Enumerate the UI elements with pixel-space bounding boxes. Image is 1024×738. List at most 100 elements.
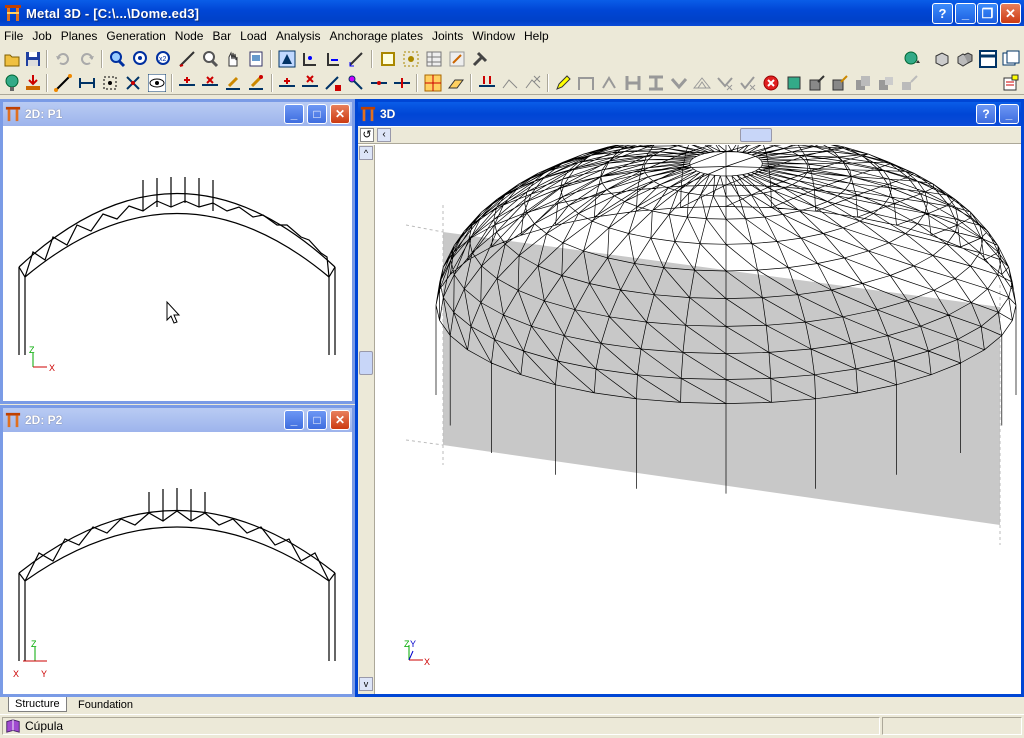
help-button[interactable]: ? xyxy=(932,3,953,24)
block-icon[interactable] xyxy=(933,50,951,68)
p1-maximize-button[interactable]: □ xyxy=(307,104,327,124)
bar-coords-icon[interactable] xyxy=(324,50,342,68)
menu-joints[interactable]: Joints xyxy=(428,29,468,43)
scroll-up-button[interactable]: ^ xyxy=(359,146,373,160)
measure-icon[interactable] xyxy=(178,50,196,68)
close-button[interactable]: ✕ xyxy=(1000,3,1021,24)
insert-node-icon[interactable] xyxy=(178,74,196,92)
table-icon[interactable] xyxy=(425,50,443,68)
edit-bar-icon[interactable] xyxy=(247,74,265,92)
window-3d[interactable]: 3D ? _ ↺ ‹ ^ v Z Y X xyxy=(355,99,1024,697)
menu-file[interactable]: File xyxy=(0,29,28,43)
scroll-left-button[interactable]: ‹ xyxy=(377,128,391,142)
p1-close-button[interactable]: ✕ xyxy=(330,104,350,124)
open-icon[interactable] xyxy=(3,50,21,68)
load-bar-icon[interactable] xyxy=(501,74,519,92)
p2-minimize-button[interactable]: _ xyxy=(284,410,304,430)
3d-minimize-button[interactable]: _ xyxy=(999,104,1019,124)
globe-icon[interactable] xyxy=(3,74,21,92)
profile-i-icon[interactable] xyxy=(647,74,665,92)
p2-maximize-button[interactable]: □ xyxy=(307,410,327,430)
stop-icon[interactable] xyxy=(762,74,780,92)
3d-vertical-scroll-thumb[interactable] xyxy=(359,351,373,375)
3d-vertical-scrollbar[interactable]: ^ v xyxy=(358,145,375,694)
restore-button[interactable]: ❐ xyxy=(977,3,998,24)
menu-job[interactable]: Job xyxy=(28,29,56,43)
remove-bar-icon[interactable] xyxy=(301,74,319,92)
window-2d-p1-titlebar[interactable]: 2D: P1 _ □ ✕ xyxy=(3,102,352,126)
p2-canvas[interactable]: Z X Y xyxy=(3,433,352,694)
p1-canvas[interactable]: Z X xyxy=(3,127,352,401)
3d-help-button[interactable]: ? xyxy=(976,104,996,124)
zoom-factor-icon[interactable]: x2 xyxy=(155,50,173,68)
plate-edit-icon[interactable] xyxy=(808,74,826,92)
rotate-view-icon[interactable]: ↺ xyxy=(360,128,374,142)
window-2d-p2[interactable]: 2D: P2 _ □ ✕ Z X Y xyxy=(0,405,355,697)
bar-split-icon[interactable] xyxy=(370,74,388,92)
delete-nodes-icon[interactable] xyxy=(124,74,142,92)
menu-window[interactable]: Window xyxy=(468,29,520,43)
tab-structure[interactable]: Structure xyxy=(8,697,67,712)
window-3d-titlebar[interactable]: 3D ? _ xyxy=(358,102,1021,126)
view-eye-icon[interactable] xyxy=(148,74,166,92)
joint-icon[interactable] xyxy=(600,74,618,92)
load-delete-icon[interactable] xyxy=(524,74,542,92)
report-icon[interactable] xyxy=(1002,74,1020,92)
bar-length-icon[interactable] xyxy=(78,74,96,92)
zoom-window-icon[interactable] xyxy=(108,50,126,68)
menu-generation[interactable]: Generation xyxy=(102,29,170,43)
p2-close-button[interactable]: ✕ xyxy=(330,410,350,430)
menu-help[interactable]: Help xyxy=(520,29,554,43)
highlight-icon[interactable] xyxy=(448,50,466,68)
dimension-icon[interactable] xyxy=(347,50,365,68)
window-2d-p2-titlebar[interactable]: 2D: P2 _ □ ✕ xyxy=(3,408,352,432)
scroll-down-button[interactable]: v xyxy=(359,677,373,691)
load-node-icon[interactable] xyxy=(478,74,496,92)
plate-delete-icon[interactable] xyxy=(900,74,918,92)
minimize-button[interactable]: _ xyxy=(955,3,976,24)
new-bar-icon[interactable] xyxy=(54,74,72,92)
section-describe-icon[interactable] xyxy=(447,74,465,92)
plate-icon[interactable] xyxy=(785,74,803,92)
plate-join-icon[interactable] xyxy=(877,74,895,92)
redo-icon[interactable] xyxy=(78,50,96,68)
menu-node[interactable]: Node xyxy=(171,29,209,43)
window-2d-p1[interactable]: 2D: P1 _ □ ✕ Z X xyxy=(0,99,355,404)
pencil-icon[interactable] xyxy=(554,74,572,92)
bar-edit-icon[interactable] xyxy=(324,74,342,92)
3d-horizontal-scroll-thumb[interactable] xyxy=(740,128,772,142)
bar-hinge-icon[interactable] xyxy=(347,74,365,92)
profile-h-icon[interactable] xyxy=(624,74,642,92)
blocks-icon[interactable] xyxy=(956,50,974,68)
zoom-all-icon[interactable] xyxy=(132,50,150,68)
import-icon[interactable] xyxy=(24,74,42,92)
menu-anchorage-plates[interactable]: Anchorage plates xyxy=(326,29,428,43)
check-delete-icon[interactable] xyxy=(739,74,757,92)
plate-check-icon[interactable] xyxy=(831,74,849,92)
node-coords-icon[interactable] xyxy=(301,50,319,68)
save-icon[interactable] xyxy=(24,50,42,68)
edit-node-icon[interactable] xyxy=(224,74,242,92)
chevron-icon[interactable] xyxy=(670,74,688,92)
truss-icon[interactable] xyxy=(693,74,711,92)
p1-minimize-button[interactable]: _ xyxy=(284,104,304,124)
window-cascade-icon[interactable] xyxy=(1002,50,1020,68)
pan-icon[interactable] xyxy=(224,50,242,68)
frame-icon[interactable] xyxy=(577,74,595,92)
print-preview-icon[interactable] xyxy=(247,50,265,68)
bar-select-icon[interactable] xyxy=(379,50,397,68)
bar-join-icon[interactable] xyxy=(393,74,411,92)
menu-bar-item[interactable]: Bar xyxy=(208,29,236,43)
grid-snap-icon[interactable] xyxy=(402,50,420,68)
plate-copy-icon[interactable] xyxy=(854,74,872,92)
menu-analysis[interactable]: Analysis xyxy=(272,29,326,43)
undo-icon[interactable] xyxy=(54,50,72,68)
menu-planes[interactable]: Planes xyxy=(57,29,103,43)
3d-canvas[interactable]: ↺ ‹ ^ v Z Y X xyxy=(358,127,1021,694)
add-bar-icon[interactable] xyxy=(278,74,296,92)
window-tile-icon[interactable] xyxy=(979,50,997,68)
tab-foundation[interactable]: Foundation xyxy=(72,697,139,712)
view-select-icon[interactable] xyxy=(278,50,296,68)
section-grid-icon[interactable] xyxy=(424,74,442,92)
truss-delete-icon[interactable] xyxy=(716,74,734,92)
